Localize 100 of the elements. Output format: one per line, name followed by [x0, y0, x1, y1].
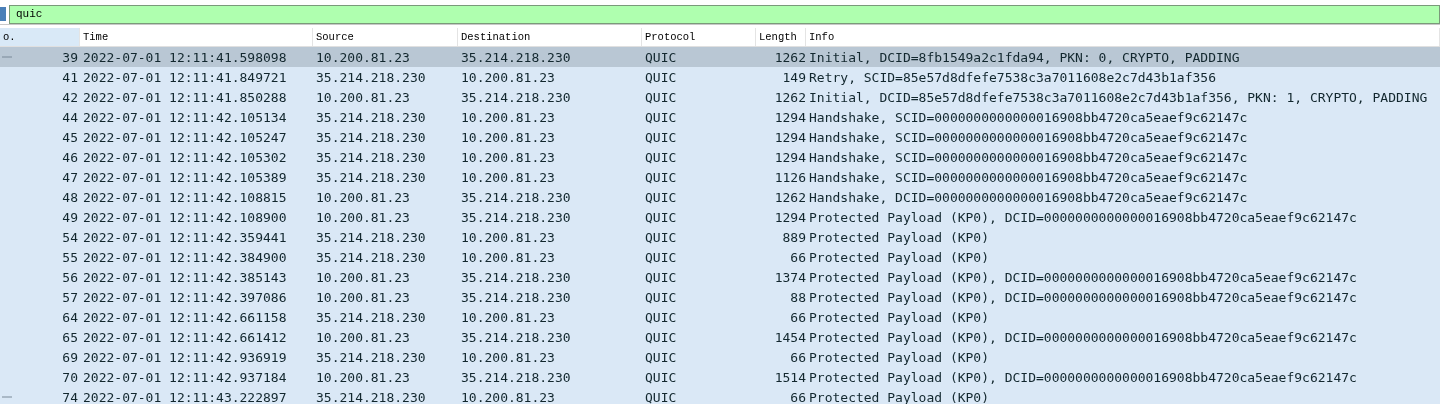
- time-cell-text: 2022-07-01 12:11:42.936919: [82, 349, 287, 365]
- source-cell-text: 35.214.218.230: [315, 149, 426, 165]
- packet-number: 69: [61, 349, 78, 365]
- destination-cell-text: 10.200.81.23: [460, 389, 555, 404]
- time-cell-text: 2022-07-01 12:11:41.850288: [82, 89, 287, 105]
- column-header[interactable]: Destination: [458, 28, 642, 46]
- info-cell-text: Protected Payload (KP0), DCID=0000000000000016908bb4720ca5eaef9c62147c: [808, 269, 1357, 285]
- length-cell: 66: [790, 349, 806, 365]
- source-cell-text: 10.200.81.23: [315, 289, 410, 305]
- length-cell: 66: [790, 249, 806, 265]
- info-cell-text: Protected Payload (KP0): [808, 309, 989, 325]
- length-cell: 66: [790, 389, 806, 404]
- time-cell-text: 2022-07-01 12:11:43.222897: [82, 389, 287, 404]
- packet-number: 70: [61, 369, 78, 385]
- packet-row[interactable]: 45 2022-07-01 12:11:42.105247 35.214.218.230 10.200.81.23 QUIC 1294 Handshake, SCID=0000000000000016908bb4720ca5eaef9c62147c: [0, 127, 1440, 147]
- packet-row[interactable]: 74 2022-07-01 12:11:43.222897 35.214.218.230 10.200.81.23 QUIC 66 Protected Payload (KP0): [0, 387, 1440, 404]
- time-cell-text: 2022-07-01 12:11:42.385143: [82, 269, 287, 285]
- column-header[interactable]: o.: [0, 28, 80, 46]
- packet-row[interactable]: 41 2022-07-01 12:11:41.849721 35.214.218.230 10.200.81.23 QUIC 149 Retry, SCID=85e57d8dfefe7538c3a7011608e2c7d43b1af356: [0, 67, 1440, 87]
- length-cell: 1262: [774, 89, 806, 105]
- packet-row[interactable]: 48 2022-07-01 12:11:42.108815 10.200.81.23 35.214.218.230 QUIC 1262 Handshake, DCID=0000000000000016908bb4720ca5eaef9c62147c: [0, 187, 1440, 207]
- protocol-cell-text: QUIC: [644, 229, 677, 245]
- packet-number: 56: [61, 269, 78, 285]
- protocol-cell-text: QUIC: [644, 289, 677, 305]
- length-cell: 149: [782, 69, 806, 85]
- info-cell-text: Protected Payload (KP0), DCID=0000000000000016908bb4720ca5eaef9c62147c: [808, 369, 1357, 385]
- source-cell-text: 35.214.218.230: [315, 309, 426, 325]
- protocol-cell-text: QUIC: [644, 49, 677, 65]
- destination-cell-text: 35.214.218.230: [460, 89, 571, 105]
- destination-cell-text: 10.200.81.23: [460, 149, 555, 165]
- time-cell-text: 2022-07-01 12:11:42.108900: [82, 209, 287, 225]
- packet-row[interactable]: 39 2022-07-01 12:11:41.598098 10.200.81.23 35.214.218.230 QUIC 1262 Initial, DCID=8fb1549a2c1fda94, PKN: 0, CRYPTO, PADDING: [0, 47, 1440, 67]
- packet-row[interactable]: 55 2022-07-01 12:11:42.384900 35.214.218.230 10.200.81.23 QUIC 66 Protected Payload (KP0): [0, 247, 1440, 267]
- info-cell-text: Protected Payload (KP0), DCID=0000000000000016908bb4720ca5eaef9c62147c: [808, 329, 1357, 345]
- destination-cell-text: 35.214.218.230: [460, 189, 571, 205]
- packet-number: 54: [61, 229, 78, 245]
- info-cell-text: Protected Payload (KP0), DCID=0000000000000016908bb4720ca5eaef9c62147c: [808, 289, 1357, 305]
- protocol-cell-text: QUIC: [644, 89, 677, 105]
- source-cell-text: 10.200.81.23: [315, 269, 410, 285]
- length-cell: 1374: [774, 269, 806, 285]
- packet-row[interactable]: 42 2022-07-01 12:11:41.850288 10.200.81.23 35.214.218.230 QUIC 1262 Initial, DCID=85e57d8dfefe7538c3a7011608e2c7d43b1af356, PKN: 1, CRYPTO, PADDING: [0, 87, 1440, 107]
- source-cell-text: 10.200.81.23: [315, 189, 410, 205]
- length-cell: 1294: [774, 209, 806, 225]
- packet-row[interactable]: 44 2022-07-01 12:11:42.105134 35.214.218.230 10.200.81.23 QUIC 1294 Handshake, SCID=0000000000000016908bb4720ca5eaef9c62147c: [0, 107, 1440, 127]
- source-cell-text: 35.214.218.230: [315, 109, 426, 125]
- column-header[interactable]: Protocol: [642, 28, 756, 46]
- info-cell-text: Protected Payload (KP0): [808, 249, 989, 265]
- length-cell: 1454: [774, 329, 806, 345]
- destination-cell-text: 35.214.218.230: [460, 329, 571, 345]
- protocol-cell-text: QUIC: [644, 349, 677, 365]
- column-header[interactable]: Source: [313, 28, 458, 46]
- packet-number: 47: [61, 169, 78, 185]
- packet-number: 48: [61, 189, 78, 205]
- packet-row[interactable]: 46 2022-07-01 12:11:42.105302 35.214.218.230 10.200.81.23 QUIC 1294 Handshake, SCID=0000000000000016908bb4720ca5eaef9c62147c: [0, 147, 1440, 167]
- display-filter-field[interactable]: quic: [9, 4, 1440, 24]
- source-cell-text: 35.214.218.230: [315, 69, 426, 85]
- packet-number: 44: [61, 109, 78, 125]
- column-header[interactable]: Time: [80, 28, 313, 46]
- destination-cell-text: 10.200.81.23: [460, 69, 555, 85]
- source-cell-text: 35.214.218.230: [315, 169, 426, 185]
- destination-cell-text: 10.200.81.23: [460, 129, 555, 145]
- protocol-cell-text: QUIC: [644, 149, 677, 165]
- destination-cell-text: 35.214.218.230: [460, 289, 571, 305]
- length-cell: 1294: [774, 109, 806, 125]
- packet-row[interactable]: 70 2022-07-01 12:11:42.937184 10.200.81.23 35.214.218.230 QUIC 1514 Protected Payload (KP0), DCID=0000000000000016908bb4720ca5eaef9c62147c: [0, 367, 1440, 387]
- packet-number: 39: [61, 49, 78, 65]
- packet-row[interactable]: 47 2022-07-01 12:11:42.105389 35.214.218.230 10.200.81.23 QUIC 1126 Handshake, SCID=0000000000000016908bb4720ca5eaef9c62147c: [0, 167, 1440, 187]
- packet-number: 41: [61, 69, 78, 85]
- time-cell-text: 2022-07-01 12:11:41.598098: [82, 49, 287, 65]
- source-cell-text: 10.200.81.23: [315, 49, 410, 65]
- info-cell-text: Retry, SCID=85e57d8dfefe7538c3a7011608e2c7d43b1af356: [808, 69, 1216, 85]
- packet-row[interactable]: 64 2022-07-01 12:11:42.661158 35.214.218.230 10.200.81.23 QUIC 66 Protected Payload (KP0): [0, 307, 1440, 327]
- packet-number: 74: [61, 389, 78, 404]
- time-cell-text: 2022-07-01 12:11:42.105247: [82, 129, 287, 145]
- info-cell-text: Handshake, SCID=0000000000000016908bb4720ca5eaef9c62147c: [808, 169, 1248, 185]
- packet-row[interactable]: 69 2022-07-01 12:11:42.936919 35.214.218.230 10.200.81.23 QUIC 66 Protected Payload (KP0): [0, 347, 1440, 367]
- destination-cell-text: 35.214.218.230: [460, 49, 571, 65]
- protocol-cell-text: QUIC: [644, 69, 677, 85]
- destination-cell-text: 10.200.81.23: [460, 229, 555, 245]
- packet-number: 55: [61, 249, 78, 265]
- packet-number: 65: [61, 329, 78, 345]
- info-cell-text: Protected Payload (KP0): [808, 349, 989, 365]
- packet-row[interactable]: 54 2022-07-01 12:11:42.359441 35.214.218.230 10.200.81.23 QUIC 889 Protected Payload (KP0): [0, 227, 1440, 247]
- packet-row[interactable]: 49 2022-07-01 12:11:42.108900 10.200.81.23 35.214.218.230 QUIC 1294 Protected Payload (KP0), DCID=0000000000000016908bb4720ca5eaef9c62147c: [0, 207, 1440, 227]
- length-cell: 1514: [774, 369, 806, 385]
- packet-number: 49: [61, 209, 78, 225]
- time-cell-text: 2022-07-01 12:11:42.105134: [82, 109, 287, 125]
- packet-row[interactable]: 57 2022-07-01 12:11:42.397086 10.200.81.23 35.214.218.230 QUIC 88 Protected Payload (KP0), DCID=0000000000000016908bb4720ca5eaef9c62147c: [0, 287, 1440, 307]
- length-cell: 1294: [774, 149, 806, 165]
- protocol-cell-text: QUIC: [644, 169, 677, 185]
- source-cell-text: 10.200.81.23: [315, 329, 410, 345]
- time-cell-text: 2022-07-01 12:11:42.108815: [82, 189, 287, 205]
- time-cell-text: 2022-07-01 12:11:41.849721: [82, 69, 287, 85]
- info-cell-text: Handshake, SCID=0000000000000016908bb4720ca5eaef9c62147c: [808, 129, 1248, 145]
- info-cell-text: Protected Payload (KP0): [808, 389, 989, 404]
- length-cell: 1262: [774, 189, 806, 205]
- packet-row[interactable]: 65 2022-07-01 12:11:42.661412 10.200.81.23 35.214.218.230 QUIC 1454 Protected Payload (KP0), DCID=0000000000000016908bb4720ca5eaef9c62147c: [0, 327, 1440, 347]
- bookmark-icon[interactable]: [0, 6, 7, 22]
- packet-row[interactable]: 56 2022-07-01 12:11:42.385143 10.200.81.23 35.214.218.230 QUIC 1374 Protected Payload (KP0), DCID=0000000000000016908bb4720ca5eaef9c62147c: [0, 267, 1440, 287]
- info-cell-text: Protected Payload (KP0), DCID=0000000000000016908bb4720ca5eaef9c62147c: [808, 209, 1357, 225]
